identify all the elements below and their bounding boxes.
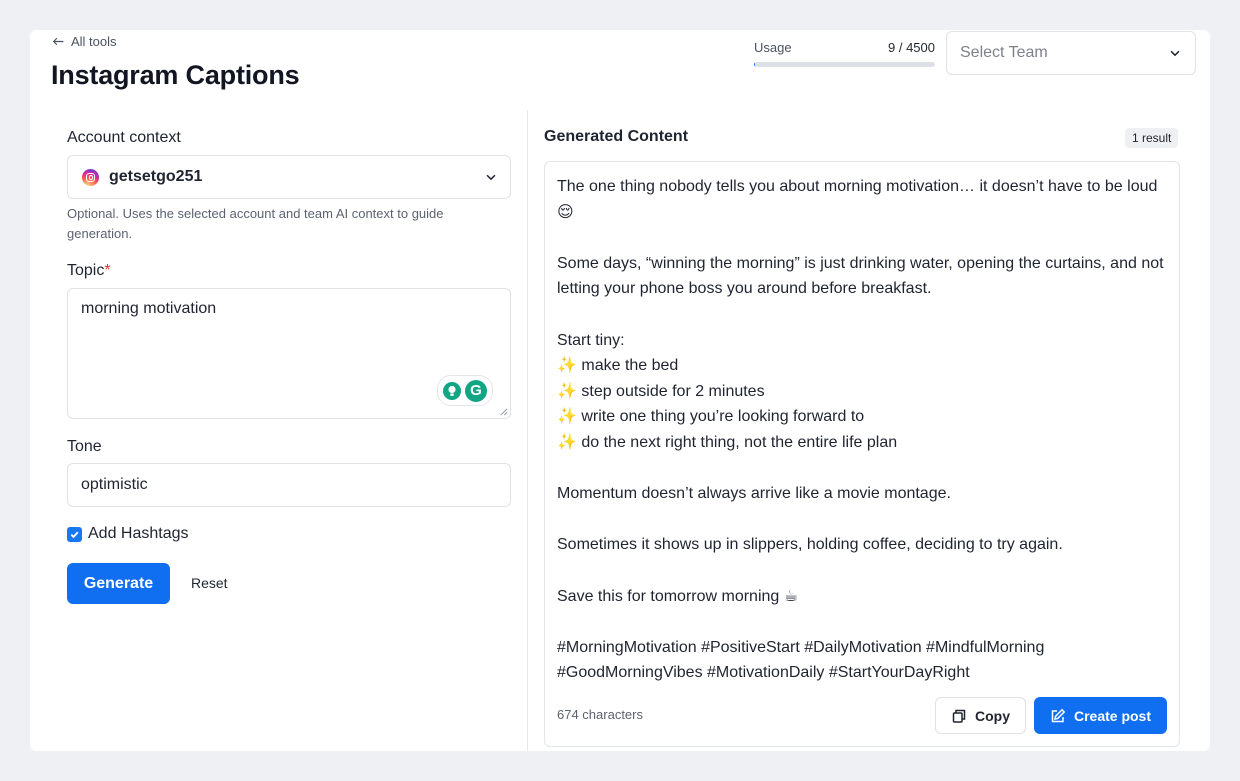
account-context-label: Account context <box>67 129 181 146</box>
generated-caption-text: The one thing nobody tells you about mor… <box>557 174 1169 686</box>
checkmark-icon[interactable] <box>67 526 82 542</box>
account-name: getsetgo251 <box>109 168 203 185</box>
instagram-icon <box>82 168 99 186</box>
back-to-all-tools-link[interactable]: All tools <box>52 34 117 49</box>
usage-progress-bar <box>754 62 935 67</box>
page-title: Instagram Captions <box>51 60 300 90</box>
team-select-placeholder: Select Team <box>960 44 1048 61</box>
copy-button[interactable]: Copy <box>935 697 1026 734</box>
caption-line: Sometimes it shows up in slippers, holdi… <box>557 536 1063 554</box>
caption-line: ✨ write one thing you’re looking forward… <box>557 408 865 426</box>
topic-label: Topic* <box>67 262 111 280</box>
caption-line: The one thing nobody tells you about mor… <box>557 178 1158 221</box>
edit-icon <box>1051 708 1066 722</box>
grammarly-widget[interactable]: G <box>437 375 493 406</box>
required-asterisk: * <box>104 262 111 279</box>
account-context-select[interactable]: getsetgo251 <box>67 155 511 199</box>
caption-line: Some days, “winning the morning” is just… <box>557 254 1164 298</box>
character-count: 674 characters <box>557 707 643 722</box>
create-post-button[interactable]: Create post <box>1034 697 1167 734</box>
tone-value: optimistic <box>81 476 148 493</box>
team-select[interactable]: Select Team <box>946 31 1196 75</box>
caption-line: Start tiny: <box>557 331 625 349</box>
usage-value: 9 / 4500 <box>888 40 935 55</box>
caption-line: ✨ step outside for 2 minutes <box>557 382 765 400</box>
add-hashtags-checkbox[interactable]: Add Hashtags <box>67 525 189 543</box>
caption-line: ✨ make the bed <box>557 357 679 375</box>
caption-line: ✨ do the next right thing, not the entir… <box>557 433 898 451</box>
usage-meter: Usage 9 / 4500 <box>754 40 935 67</box>
tone-input[interactable]: optimistic <box>67 463 511 507</box>
generate-button[interactable]: Generate <box>67 563 170 604</box>
topic-value: morning motivation <box>81 300 217 317</box>
usage-label: Usage <box>754 40 792 55</box>
panel-divider <box>527 110 528 751</box>
back-link-label: All tools <box>71 34 117 49</box>
copy-button-label: Copy <box>975 707 1010 724</box>
grammarly-icon[interactable]: G <box>465 379 487 402</box>
chevron-down-icon <box>1170 50 1180 57</box>
caption-line: #MorningMotivation #PositiveStart #Daily… <box>557 638 1045 682</box>
arrow-left-icon <box>52 37 64 46</box>
caption-line: Momentum doesn’t always arrive like a mo… <box>557 485 951 503</box>
caption-line: Save this for tomorrow morning ☕ <box>557 587 799 605</box>
chevron-down-icon <box>486 174 496 181</box>
account-helper-text: Optional. Uses the selected account and … <box>67 206 444 241</box>
add-hashtags-label: Add Hashtags <box>88 525 189 542</box>
copy-icon <box>952 709 966 723</box>
lightbulb-icon[interactable] <box>443 381 461 400</box>
topic-label-text: Topic <box>67 262 105 279</box>
reset-button[interactable]: Reset <box>191 575 228 591</box>
create-post-label: Create post <box>1073 707 1152 724</box>
result-count-badge: 1 result <box>1125 128 1179 148</box>
resize-handle-icon[interactable] <box>499 407 508 416</box>
tone-label: Tone <box>67 438 102 455</box>
generated-content-title: Generated Content <box>544 128 689 145</box>
